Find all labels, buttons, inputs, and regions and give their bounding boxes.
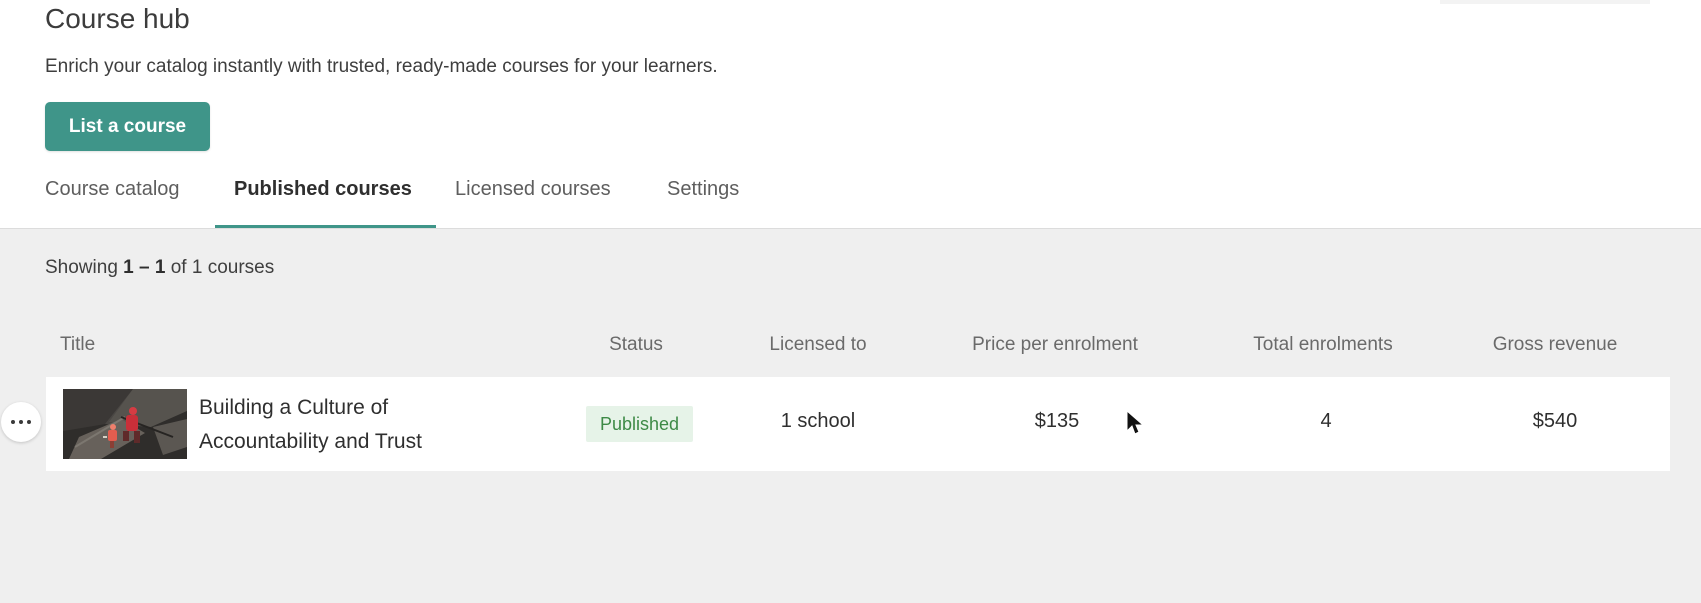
more-horizontal-icon [11, 420, 31, 424]
column-header-title: Title [60, 334, 96, 355]
page-title: Course hub [45, 3, 190, 34]
results-total: 1 [191, 257, 203, 278]
status-badge: Published [586, 406, 693, 442]
results-suffix: courses [207, 257, 275, 278]
results-middle: of [170, 257, 187, 278]
column-header-gross-revenue: Gross revenue [1492, 334, 1618, 355]
price-per-enrolment-value: $135 [1034, 410, 1080, 432]
tab-published-courses[interactable]: Published courses [234, 178, 412, 201]
gross-revenue-value: $540 [1532, 410, 1578, 432]
column-header-price-per-enrolment: Price per enrolment [972, 334, 1138, 355]
course-title-link[interactable]: Building a Culture of Accountability and… [199, 391, 519, 459]
mouse-pointer-icon [1126, 410, 1144, 435]
total-enrolments-value: 4 [1320, 410, 1332, 432]
active-tab-indicator [215, 225, 436, 228]
page-subtitle: Enrich your catalog instantly with trust… [45, 56, 718, 77]
row-more-actions-button[interactable] [1, 402, 41, 442]
course-thumbnail [63, 389, 187, 459]
results-count: Showing 1 – 1 of 1 courses [45, 257, 274, 279]
results-range: 1 – 1 [123, 257, 166, 278]
published-courses-panel: Showing 1 – 1 of 1 courses Title Status … [0, 229, 1701, 603]
tab-course-catalog[interactable]: Course catalog [45, 178, 180, 201]
column-header-total-enrolments: Total enrolments [1253, 334, 1393, 355]
results-prefix: Showing [45, 257, 118, 278]
course-tabs: Course catalog Published courses License… [0, 160, 1701, 229]
tab-licensed-courses[interactable]: Licensed courses [455, 178, 611, 201]
column-header-status: Status [609, 334, 663, 355]
list-a-course-button[interactable]: List a course [45, 102, 210, 151]
tab-settings[interactable]: Settings [667, 178, 739, 201]
top-edge-fade [1440, 0, 1650, 4]
licensed-to-value: 1 school [780, 410, 856, 432]
column-header-licensed-to: Licensed to [769, 334, 867, 355]
table-row[interactable]: Building a Culture of Accountability and… [46, 377, 1670, 471]
